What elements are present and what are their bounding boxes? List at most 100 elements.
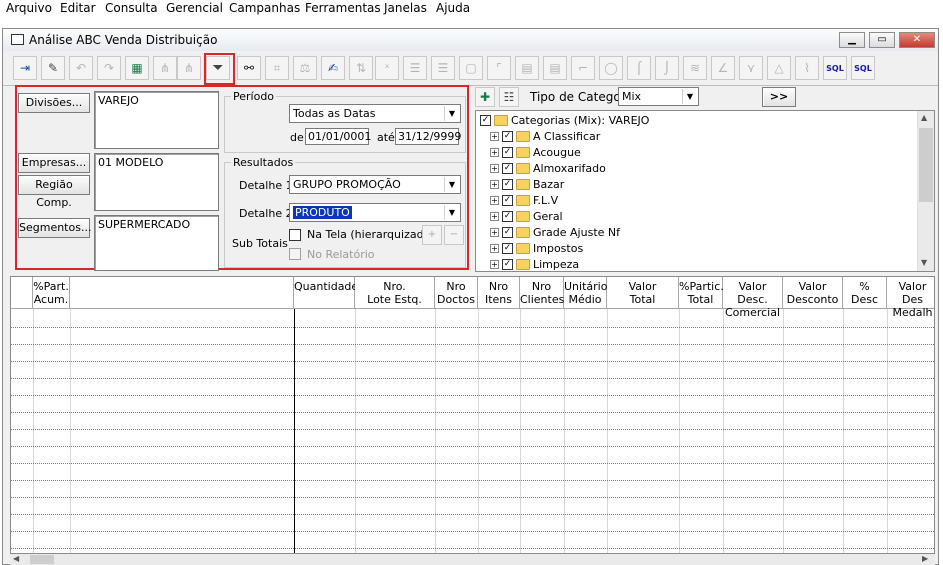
expand-icon[interactable]: + <box>490 227 499 237</box>
more-button[interactable]: >> <box>762 87 796 107</box>
doc-icon[interactable]: ▤ <box>515 56 539 80</box>
tree-item[interactable]: + ✓ F.L.V <box>490 192 558 208</box>
hierarchy-icon[interactable]: ☷ <box>499 87 519 107</box>
checkbox-checked-icon[interactable]: ✓ <box>502 178 513 190</box>
ate-date-input[interactable]: 31/12/9999 <box>395 128 461 145</box>
expand-icon[interactable]: + <box>490 147 499 157</box>
edit-report-icon[interactable]: ✍ <box>321 56 345 80</box>
col-header[interactable]: Nro. Lote Estq. <box>355 277 435 309</box>
detalhe2-select[interactable]: PRODUTO ▼ <box>289 203 461 222</box>
menu-ajuda[interactable]: Ajuda <box>436 1 470 15</box>
tag-icon[interactable]: ✚ <box>475 87 495 107</box>
list2-icon[interactable]: ☰ <box>431 56 455 80</box>
scroll-thumb[interactable] <box>30 555 54 564</box>
expand-icon[interactable]: + <box>490 195 499 205</box>
redo-icon[interactable]: ↷ <box>97 56 121 80</box>
divisoes-button[interactable]: Divisões... <box>18 93 90 113</box>
restore-button[interactable]: ▭ <box>869 32 895 48</box>
checkbox-checked-icon[interactable]: ✓ <box>502 162 513 174</box>
menu-editar[interactable]: Editar <box>60 1 96 15</box>
tree-item[interactable]: + ✓ Impostos <box>490 240 583 256</box>
minimize-button[interactable]: ▁ <box>839 32 865 48</box>
tree-item[interactable]: + ✓ Acougue <box>490 144 581 160</box>
scroll-right-icon[interactable]: ▶ <box>922 554 928 563</box>
detalhe1-select[interactable]: GRUPO PROMOÇÃO ▼ <box>289 175 461 194</box>
undo-icon[interactable]: ↶ <box>69 56 93 80</box>
menu-consulta[interactable]: Consulta <box>105 1 158 15</box>
triangle-icon[interactable]: △ <box>767 56 791 80</box>
lines-icon[interactable]: ≋ <box>683 56 707 80</box>
tree-collapse-icon[interactable]: ⋔ <box>177 56 201 80</box>
col-header[interactable]: Nro Doctos <box>435 277 478 309</box>
expand-icon[interactable]: + <box>490 179 499 189</box>
tree-item[interactable]: + ✓ A Classificar <box>490 128 600 144</box>
arrow-icon[interactable]: ⌐ <box>571 56 595 80</box>
categoria-tree[interactable]: ✓ Categorias (Mix): VAREJO + ✓ A Classific… <box>475 110 935 272</box>
expand-icon[interactable]: + <box>490 163 499 173</box>
angle-icon[interactable]: ∠ <box>711 56 735 80</box>
step2-icon[interactable]: ⌡ <box>655 56 679 80</box>
sql-icon[interactable]: SQL <box>823 56 847 80</box>
chart-icon[interactable]: ⌗ <box>265 56 289 80</box>
scroll-thumb[interactable] <box>919 128 933 202</box>
tree-scrollbar[interactable]: ▲ ▼ <box>917 111 934 271</box>
sql-alt-icon[interactable]: SQL <box>851 56 875 80</box>
menu-ferramentas[interactable]: Ferramentas <box>305 1 381 15</box>
empresas-button[interactable]: Empresas... <box>18 153 90 173</box>
tree-item[interactable]: + ✓ Grade Ajuste Nf <box>490 224 620 240</box>
scroll-up-icon[interactable]: ▲ <box>921 113 927 122</box>
na-tela-checkbox[interactable] <box>289 229 301 241</box>
regiao-comp-button[interactable]: Região Comp. <box>18 175 90 209</box>
subtotal-collapse-icon[interactable]: − <box>444 225 464 245</box>
empresas-list[interactable]: 01 MODELO <box>94 153 219 211</box>
tree-item[interactable]: + ✓ Almoxarifado <box>490 160 606 176</box>
checkbox-checked-icon[interactable]: ✓ <box>502 258 513 270</box>
steps-icon[interactable]: ⌇ <box>795 56 819 80</box>
window-icon-2[interactable]: ▢ <box>459 56 483 80</box>
list-icon[interactable]: ☰ <box>403 56 427 80</box>
no-relatorio-checkbox[interactable] <box>289 248 301 260</box>
frame-icon[interactable]: ⌜ <box>487 56 511 80</box>
checkbox-checked-icon[interactable]: ✓ <box>502 130 513 142</box>
col-header[interactable]: Valor Des Medalh <box>887 277 934 319</box>
col-header[interactable]: % Desc <box>843 277 887 309</box>
checkbox-checked-icon[interactable]: ✓ <box>502 146 513 158</box>
divisoes-list[interactable]: VAREJO <box>94 91 219 149</box>
scroll-down-icon[interactable]: ▼ <box>921 258 927 267</box>
expand-icon[interactable]: + <box>490 211 499 221</box>
menu-janelas[interactable]: Janelas <box>384 1 427 15</box>
col-header[interactable] <box>70 277 294 309</box>
exit-icon[interactable]: ⇥ <box>13 56 37 80</box>
tree-item[interactable]: + ✓ Bazar <box>490 176 564 192</box>
menu-gerencial[interactable]: Gerencial <box>166 1 223 15</box>
expand-icon[interactable]: + <box>490 131 499 141</box>
col-header[interactable]: Valor Desc. Comercial <box>723 277 783 319</box>
checkbox-checked-icon[interactable]: ✓ <box>480 114 491 126</box>
col-header[interactable]: %Part. Acum. <box>33 277 70 309</box>
subtotal-expand-icon[interactable]: + <box>422 225 442 245</box>
scroll-left-icon[interactable]: ◀ <box>13 554 19 563</box>
menu-arquivo[interactable]: Arquivo <box>6 1 52 15</box>
circle-icon[interactable]: ◯ <box>599 56 623 80</box>
periodo-select[interactable]: Todas as Datas ▼ <box>289 104 461 123</box>
grid-hscrollbar[interactable]: ◀ ▶ <box>10 554 935 565</box>
col-header[interactable]: Nro Itens <box>478 277 520 309</box>
checkbox-checked-icon[interactable]: ✓ <box>502 194 513 206</box>
doc2-icon[interactable]: ▤ <box>543 56 567 80</box>
tree-item[interactable]: + ✓ Geral <box>490 208 563 224</box>
tree-item[interactable]: + ✓ Limpeza <box>490 256 579 272</box>
checkbox-checked-icon[interactable]: ✓ <box>502 226 513 238</box>
checkbox-checked-icon[interactable]: ✓ <box>502 210 513 222</box>
col-header[interactable]: Unitário Médio <box>564 277 607 309</box>
tree-expand-icon[interactable]: ⋔ <box>153 56 177 80</box>
tree-root[interactable]: ✓ Categorias (Mix): VAREJO <box>480 112 649 128</box>
col-header[interactable]: Valor Desconto <box>783 277 843 309</box>
expand-icon[interactable]: + <box>490 243 499 253</box>
grid-icon[interactable]: ▦ <box>125 56 149 80</box>
binoculars-icon[interactable]: ⚯ <box>237 56 261 80</box>
col-header[interactable]: %Partic. Total <box>679 277 724 309</box>
eraser-icon[interactable]: ✎ <box>41 56 65 80</box>
segmentos-button[interactable]: Segmentos... <box>18 218 91 238</box>
sort-icon[interactable]: ⇅ <box>349 56 373 80</box>
col-header[interactable]: Nro Clientes <box>520 277 564 309</box>
